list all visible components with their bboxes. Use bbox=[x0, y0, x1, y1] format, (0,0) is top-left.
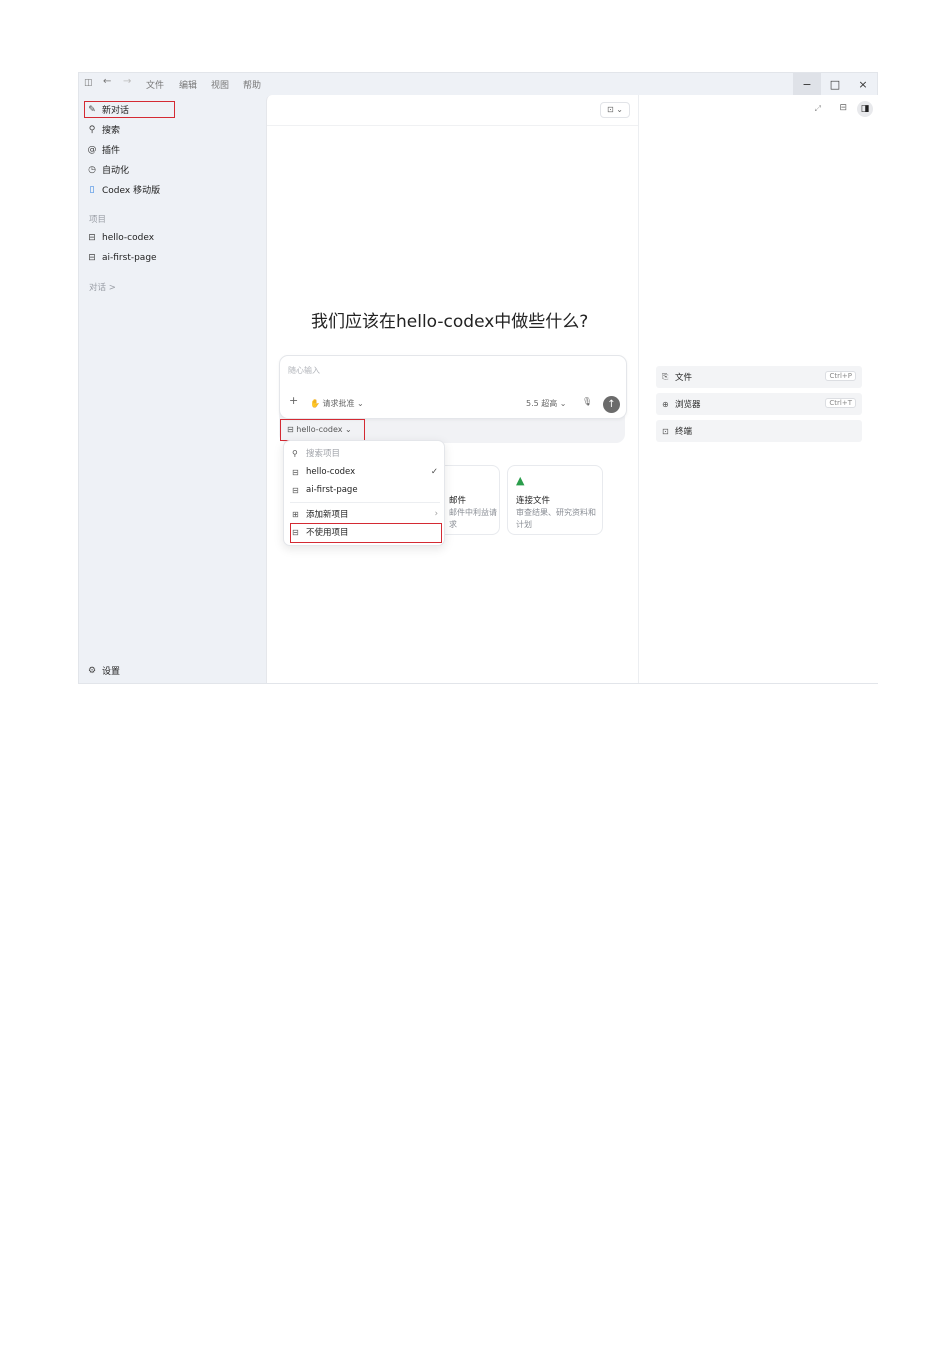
sidebar-item-label: ai-first-page bbox=[102, 252, 157, 263]
shortcut-badge: Ctrl+T bbox=[825, 398, 856, 408]
dropdown-item-add-project[interactable]: ⊞ 添加新项目 › bbox=[292, 508, 438, 520]
folder-icon: ⊟ bbox=[88, 232, 96, 243]
sidebar-item-label: 搜索 bbox=[102, 126, 121, 136]
sidebar-item-label: Codex 移动版 bbox=[102, 186, 161, 196]
dropdown-item-label: hello-codex bbox=[306, 467, 356, 477]
phone-icon: ▯ bbox=[89, 184, 95, 195]
menu-file[interactable]: 文件 bbox=[146, 78, 164, 91]
shortcut-badge: Ctrl+P bbox=[825, 371, 856, 381]
prompt-input[interactable]: 随心输入 bbox=[288, 365, 320, 376]
folder-plus-icon: ⊞ bbox=[292, 509, 299, 519]
approval-label: 请求批准 bbox=[322, 399, 355, 408]
model-selector[interactable]: 5.5 超高 ⌄ bbox=[526, 398, 567, 409]
forward-arrow-icon[interactable]: → bbox=[123, 76, 131, 87]
approval-selector[interactable]: ✋ 请求批准 ⌄ bbox=[310, 398, 364, 409]
right-item-label: 终端 bbox=[675, 427, 693, 437]
sidebar-item-automation[interactable]: ◷ 自动化 bbox=[85, 161, 129, 178]
sidebar-item-plugins[interactable]: @ 插件 bbox=[85, 141, 121, 158]
panel-right-icon[interactable]: ◨ bbox=[857, 101, 873, 117]
microphone-icon[interactable]: 🎙 bbox=[582, 397, 592, 406]
maximize-button[interactable]: □ bbox=[821, 73, 849, 95]
project-search-placeholder: 搜索项目 bbox=[306, 449, 341, 459]
minimize-button[interactable]: − bbox=[793, 73, 821, 95]
send-button[interactable]: ↑ bbox=[603, 396, 620, 413]
dropdown-item-label: ai-first-page bbox=[306, 485, 358, 495]
divider bbox=[290, 502, 440, 503]
sidebar-item-label: 插件 bbox=[102, 146, 121, 156]
clock-icon: ◷ bbox=[88, 164, 96, 175]
gear-icon: ⚙ bbox=[87, 665, 97, 676]
menu-help[interactable]: 帮助 bbox=[243, 78, 261, 91]
panel-bottom-icon[interactable]: ⊟ bbox=[839, 103, 847, 113]
layout-switch-icon[interactable]: ⊡ ⌄ bbox=[600, 102, 630, 118]
card-description: 邮件中利益请求 bbox=[449, 508, 497, 529]
divider bbox=[267, 125, 638, 126]
main-panel: ⊡ ⌄ 我们应该在hello-codex中做些什么? 随心输入 + ✋ 请求批准… bbox=[266, 95, 879, 683]
terminal-icon: ⊡ bbox=[662, 426, 669, 436]
highlight-box-new-chat bbox=[84, 101, 175, 118]
suggestion-card-connect-files[interactable]: ▲ 连接文件 审查结果、研究资料和计划 bbox=[507, 465, 603, 535]
sidebar-item-label: hello-codex bbox=[102, 232, 155, 243]
sidebar-item-search[interactable]: ⚲ 搜索 bbox=[85, 121, 120, 138]
folder-icon: ⊟ bbox=[292, 467, 299, 477]
drive-icon: ▲ bbox=[516, 474, 525, 487]
project-search-input[interactable]: ⚲ 搜索项目 bbox=[292, 447, 341, 460]
page-title: 我们应该在hello-codex中做些什么? bbox=[311, 312, 589, 332]
close-button[interactable]: × bbox=[849, 73, 877, 95]
file-icon: ⎘ bbox=[662, 372, 669, 381]
card-title: 连接文件 bbox=[516, 496, 551, 506]
hand-icon: ✋ bbox=[310, 399, 320, 408]
chevron-right-icon: › bbox=[434, 509, 438, 519]
settings-label: 设置 bbox=[102, 667, 121, 677]
dropdown-item-label: 添加新项目 bbox=[306, 510, 349, 520]
right-item-browser[interactable]: ⊕ 浏览器 Ctrl+T bbox=[656, 393, 862, 415]
menu-view[interactable]: 视图 bbox=[211, 78, 229, 91]
card-title: 邮件 bbox=[449, 496, 467, 506]
back-arrow-icon[interactable]: ← bbox=[103, 76, 111, 87]
add-icon[interactable]: + bbox=[289, 394, 298, 407]
title-bar: ◫ ← → 文件 编辑 视图 帮助 − □ × bbox=[79, 73, 879, 95]
card-description: 审查结果、研究资料和计划 bbox=[516, 508, 596, 529]
app-window: ◫ ← → 文件 编辑 视图 帮助 − □ × ✎ 新对话 ⚲ 搜索 @ 插件 ◷ 自动… bbox=[78, 72, 879, 684]
folder-icon: ⊟ bbox=[88, 252, 96, 263]
dropdown-item-hello-codex[interactable]: ⊟ hello-codex ✓ bbox=[292, 467, 438, 477]
projects-section-title: 项目 bbox=[89, 215, 107, 225]
right-item-label: 浏览器 bbox=[675, 400, 701, 410]
menu-edit[interactable]: 编辑 bbox=[179, 78, 197, 91]
folder-icon: ⊟ bbox=[292, 485, 299, 495]
right-item-files[interactable]: ⎘ 文件 Ctrl+P bbox=[656, 366, 862, 388]
highlight-box-project-selector bbox=[280, 419, 365, 441]
prompt-input-box[interactable]: 随心输入 + ✋ 请求批准 ⌄ 5.5 超高 ⌄ 🎙 ↑ bbox=[279, 355, 627, 419]
highlight-box-no-project bbox=[290, 523, 442, 543]
sidebar-toggle-icon[interactable]: ◫ bbox=[84, 78, 93, 88]
sidebar-project-hello-codex[interactable]: ⊟ hello-codex bbox=[85, 229, 154, 246]
sidebar-item-codex-mobile[interactable]: ▯ Codex 移动版 bbox=[85, 181, 161, 198]
dropdown-item-ai-first-page[interactable]: ⊟ ai-first-page bbox=[292, 485, 358, 495]
sidebar: ✎ 新对话 ⚲ 搜索 @ 插件 ◷ 自动化 ▯ Codex 移动版 项目 ⊟ hello-c… bbox=[79, 95, 265, 683]
search-icon: ⚲ bbox=[292, 448, 298, 458]
expand-icon[interactable]: ⤢ bbox=[815, 104, 821, 114]
chat-area: ⊡ ⌄ 我们应该在hello-codex中做些什么? 随心输入 + ✋ 请求批准… bbox=[267, 95, 639, 683]
right-item-terminal[interactable]: ⊡ 终端 bbox=[656, 420, 862, 442]
sidebar-item-label: 自动化 bbox=[102, 166, 130, 176]
model-label: 5.5 超高 bbox=[526, 399, 558, 408]
chats-section-title[interactable]: 对话 > bbox=[89, 281, 116, 293]
right-panel: ⤢ ⊟ ◨ ⎘ 文件 Ctrl+P ⊕ 浏览器 Ctrl+T ⊡ 终端 bbox=[639, 95, 879, 683]
search-icon: ⚲ bbox=[88, 124, 96, 135]
globe-icon: ⊕ bbox=[662, 399, 669, 409]
check-icon: ✓ bbox=[430, 467, 438, 477]
right-item-label: 文件 bbox=[675, 373, 693, 383]
settings-button[interactable]: ⚙ 设置 bbox=[85, 662, 120, 679]
at-icon: @ bbox=[87, 144, 97, 155]
sidebar-project-ai-first-page[interactable]: ⊟ ai-first-page bbox=[85, 249, 157, 266]
